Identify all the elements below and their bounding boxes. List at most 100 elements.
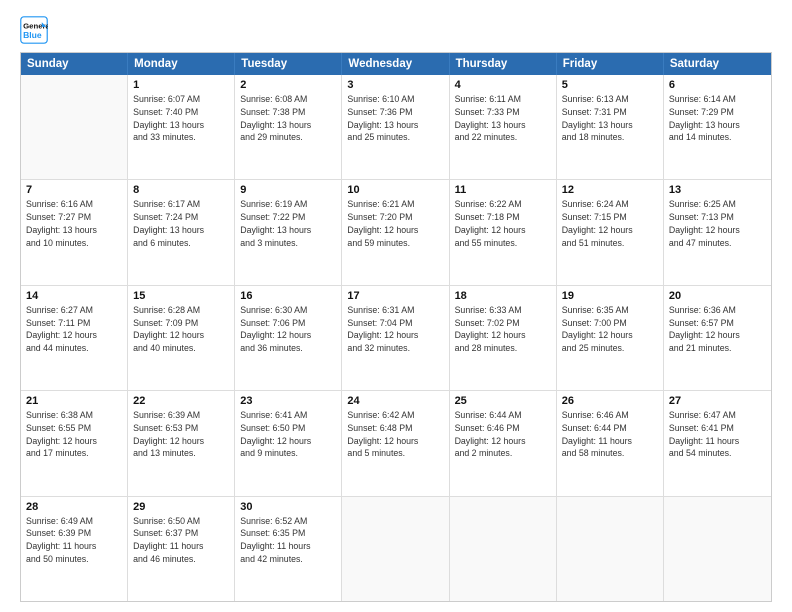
weekday-header-wednesday: Wednesday — [342, 53, 449, 75]
day-info: Sunrise: 6:35 AMSunset: 7:00 PMDaylight:… — [562, 304, 658, 355]
weekday-header-sunday: Sunday — [21, 53, 128, 75]
day-info: Sunrise: 6:30 AMSunset: 7:06 PMDaylight:… — [240, 304, 336, 355]
day-info: Sunrise: 6:19 AMSunset: 7:22 PMDaylight:… — [240, 198, 336, 249]
day-number: 25 — [455, 395, 551, 407]
day-number: 24 — [347, 395, 443, 407]
header: General Blue — [20, 16, 772, 44]
calendar-row-5: 28 Sunrise: 6:49 AMSunset: 6:39 PMDayligh… — [21, 496, 771, 601]
day-cell-9: 9 Sunrise: 6:19 AMSunset: 7:22 PMDaylight… — [235, 180, 342, 284]
weekday-header-monday: Monday — [128, 53, 235, 75]
day-cell-3: 3Sunrise: 6:10 AMSunset: 7:36 PMDaylight… — [342, 75, 449, 179]
day-number: 15 — [133, 290, 229, 302]
day-info: Sunrise: 6:08 AMSunset: 7:38 PMDaylight:… — [240, 93, 336, 144]
calendar-body: 1 Sunrise: 6:07 AMSunset: 7:40 PMDaylight… — [21, 75, 771, 601]
day-cell-16: 16Sunrise: 6:30 AMSunset: 7:06 PMDayligh… — [235, 286, 342, 390]
day-number: 1 — [133, 79, 229, 91]
day-cell-10: 10 Sunrise: 6:21 AMSunset: 7:20 PMDayligh… — [342, 180, 449, 284]
day-number: 12 — [562, 184, 658, 196]
day-cell-18: 18 Sunrise: 6:33 AMSunset: 7:02 PMDayligh… — [450, 286, 557, 390]
page: General Blue SundayMondayTuesdayWednesda… — [0, 0, 792, 612]
day-info: Sunrise: 6:42 AMSunset: 6:48 PMDaylight:… — [347, 409, 443, 460]
day-cell-11: 11Sunrise: 6:22 AMSunset: 7:18 PMDayligh… — [450, 180, 557, 284]
day-cell-13: 13 Sunrise: 6:25 AMSunset: 7:13 PMDayligh… — [664, 180, 771, 284]
day-number: 2 — [240, 79, 336, 91]
day-cell-17: 17Sunrise: 6:31 AMSunset: 7:04 PMDayligh… — [342, 286, 449, 390]
day-number: 7 — [26, 184, 122, 196]
day-info: Sunrise: 6:16 AMSunset: 7:27 PMDaylight:… — [26, 198, 122, 249]
day-cell-23: 23 Sunrise: 6:41 AMSunset: 6:50 PMDayligh… — [235, 391, 342, 495]
day-info: Sunrise: 6:36 AMSunset: 6:57 PMDaylight:… — [669, 304, 766, 355]
calendar-row-3: 14 Sunrise: 6:27 AMSunset: 7:11 PMDayligh… — [21, 285, 771, 390]
day-number: 8 — [133, 184, 229, 196]
day-info: Sunrise: 6:39 AMSunset: 6:53 PMDaylight:… — [133, 409, 229, 460]
day-info: Sunrise: 6:46 AMSunset: 6:44 PMDaylight:… — [562, 409, 658, 460]
day-cell-7: 7 Sunrise: 6:16 AMSunset: 7:27 PMDaylight… — [21, 180, 128, 284]
day-number: 14 — [26, 290, 122, 302]
day-number: 3 — [347, 79, 443, 91]
calendar: SundayMondayTuesdayWednesdayThursdayFrid… — [20, 52, 772, 602]
day-cell-6: 6 Sunrise: 6:14 AMSunset: 7:29 PMDaylight… — [664, 75, 771, 179]
day-cell-28: 28 Sunrise: 6:49 AMSunset: 6:39 PMDayligh… — [21, 497, 128, 601]
day-number: 23 — [240, 395, 336, 407]
day-info: Sunrise: 6:07 AMSunset: 7:40 PMDaylight:… — [133, 93, 229, 144]
day-info: Sunrise: 6:24 AMSunset: 7:15 PMDaylight:… — [562, 198, 658, 249]
calendar-row-1: 1 Sunrise: 6:07 AMSunset: 7:40 PMDaylight… — [21, 75, 771, 179]
day-info: Sunrise: 6:52 AMSunset: 6:35 PMDaylight:… — [240, 515, 336, 566]
day-number: 4 — [455, 79, 551, 91]
day-info: Sunrise: 6:50 AMSunset: 6:37 PMDaylight:… — [133, 515, 229, 566]
day-number: 6 — [669, 79, 766, 91]
day-cell-26: 26 Sunrise: 6:46 AMSunset: 6:44 PMDayligh… — [557, 391, 664, 495]
day-cell-empty — [450, 497, 557, 601]
day-info: Sunrise: 6:41 AMSunset: 6:50 PMDaylight:… — [240, 409, 336, 460]
day-info: Sunrise: 6:17 AMSunset: 7:24 PMDaylight:… — [133, 198, 229, 249]
weekday-header-friday: Friday — [557, 53, 664, 75]
day-cell-15: 15 Sunrise: 6:28 AMSunset: 7:09 PMDayligh… — [128, 286, 235, 390]
day-info: Sunrise: 6:14 AMSunset: 7:29 PMDaylight:… — [669, 93, 766, 144]
day-number: 19 — [562, 290, 658, 302]
day-number: 22 — [133, 395, 229, 407]
calendar-row-4: 21 Sunrise: 6:38 AMSunset: 6:55 PMDayligh… — [21, 390, 771, 495]
day-cell-21: 21 Sunrise: 6:38 AMSunset: 6:55 PMDayligh… — [21, 391, 128, 495]
day-cell-empty — [557, 497, 664, 601]
weekday-header-thursday: Thursday — [450, 53, 557, 75]
day-cell-4: 4 Sunrise: 6:11 AMSunset: 7:33 PMDaylight… — [450, 75, 557, 179]
day-info: Sunrise: 6:33 AMSunset: 7:02 PMDaylight:… — [455, 304, 551, 355]
day-info: Sunrise: 6:44 AMSunset: 6:46 PMDaylight:… — [455, 409, 551, 460]
day-cell-empty — [664, 497, 771, 601]
day-info: Sunrise: 6:49 AMSunset: 6:39 PMDaylight:… — [26, 515, 122, 566]
day-number: 5 — [562, 79, 658, 91]
day-number: 27 — [669, 395, 766, 407]
day-number: 9 — [240, 184, 336, 196]
day-cell-29: 29Sunrise: 6:50 AMSunset: 6:37 PMDayligh… — [128, 497, 235, 601]
day-cell-14: 14 Sunrise: 6:27 AMSunset: 7:11 PMDayligh… — [21, 286, 128, 390]
day-cell-20: 20Sunrise: 6:36 AMSunset: 6:57 PMDayligh… — [664, 286, 771, 390]
day-cell-5: 5 Sunrise: 6:13 AMSunset: 7:31 PMDaylight… — [557, 75, 664, 179]
day-info: Sunrise: 6:38 AMSunset: 6:55 PMDaylight:… — [26, 409, 122, 460]
day-info: Sunrise: 6:25 AMSunset: 7:13 PMDaylight:… — [669, 198, 766, 249]
day-number: 13 — [669, 184, 766, 196]
day-info: Sunrise: 6:13 AMSunset: 7:31 PMDaylight:… — [562, 93, 658, 144]
day-number: 10 — [347, 184, 443, 196]
day-info: Sunrise: 6:47 AMSunset: 6:41 PMDaylight:… — [669, 409, 766, 460]
svg-text:Blue: Blue — [23, 30, 42, 40]
day-number: 26 — [562, 395, 658, 407]
day-number: 28 — [26, 501, 122, 513]
logo-icon: General Blue — [20, 16, 48, 44]
day-info: Sunrise: 6:28 AMSunset: 7:09 PMDaylight:… — [133, 304, 229, 355]
day-info: Sunrise: 6:31 AMSunset: 7:04 PMDaylight:… — [347, 304, 443, 355]
day-number: 11 — [455, 184, 551, 196]
weekday-header-tuesday: Tuesday — [235, 53, 342, 75]
day-info: Sunrise: 6:21 AMSunset: 7:20 PMDaylight:… — [347, 198, 443, 249]
day-number: 30 — [240, 501, 336, 513]
day-cell-12: 12 Sunrise: 6:24 AMSunset: 7:15 PMDayligh… — [557, 180, 664, 284]
day-number: 21 — [26, 395, 122, 407]
day-cell-22: 22 Sunrise: 6:39 AMSunset: 6:53 PMDayligh… — [128, 391, 235, 495]
day-cell-19: 19 Sunrise: 6:35 AMSunset: 7:00 PMDayligh… — [557, 286, 664, 390]
day-cell-empty — [21, 75, 128, 179]
day-info: Sunrise: 6:27 AMSunset: 7:11 PMDaylight:… — [26, 304, 122, 355]
day-cell-8: 8 Sunrise: 6:17 AMSunset: 7:24 PMDaylight… — [128, 180, 235, 284]
logo: General Blue — [20, 16, 48, 44]
day-cell-27: 27 Sunrise: 6:47 AMSunset: 6:41 PMDayligh… — [664, 391, 771, 495]
day-number: 18 — [455, 290, 551, 302]
day-info: Sunrise: 6:11 AMSunset: 7:33 PMDaylight:… — [455, 93, 551, 144]
